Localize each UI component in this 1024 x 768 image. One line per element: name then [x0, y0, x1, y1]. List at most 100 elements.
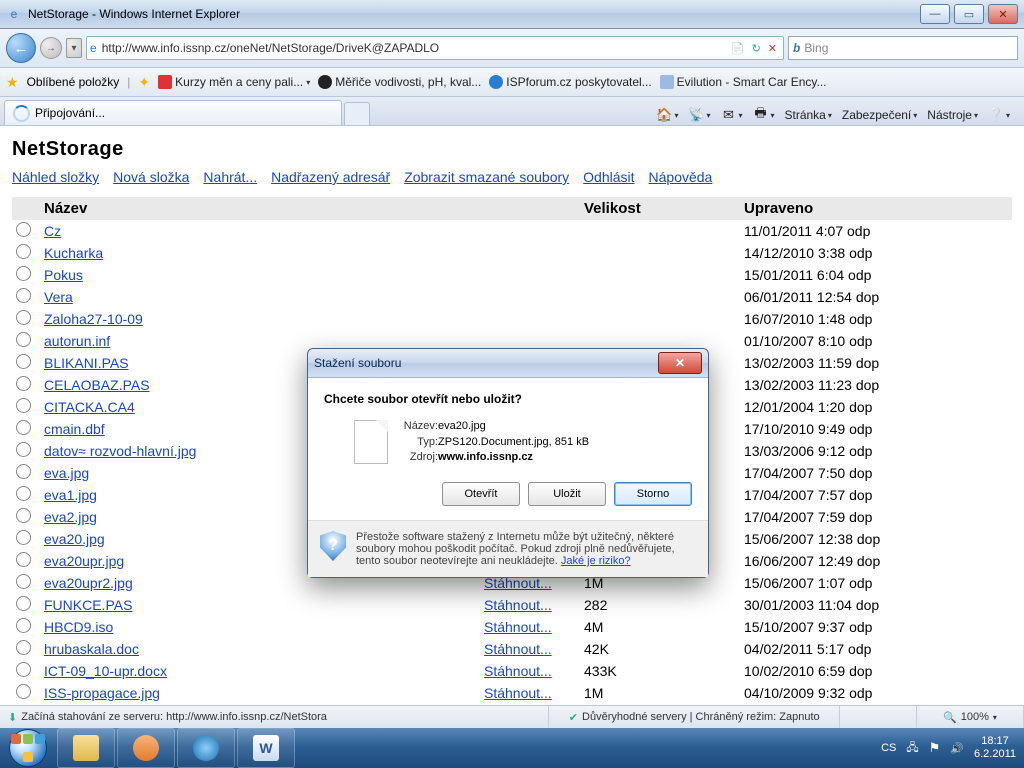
compat-icon[interactable]: 📄 — [728, 41, 748, 56]
task-media[interactable] — [117, 728, 175, 768]
download-link[interactable]: Stáhnout... — [484, 663, 552, 679]
back-button[interactable]: ← — [6, 33, 36, 63]
tray-flag-icon[interactable]: ⚑ — [929, 740, 941, 756]
risk-link[interactable]: Jaké je riziko? — [561, 555, 631, 567]
file-link[interactable]: HBCD9.iso — [44, 619, 113, 635]
row-radio[interactable] — [16, 618, 31, 633]
save-button[interactable]: Uložit — [528, 482, 606, 506]
url-input[interactable] — [100, 40, 725, 56]
file-link[interactable]: eva20.jpg — [44, 531, 105, 547]
stop-icon[interactable]: ✕ — [765, 41, 780, 56]
add-favorite-icon[interactable]: ✦ — [138, 74, 150, 91]
open-button[interactable]: Otevřít — [442, 482, 520, 506]
help-button[interactable]: ❔▾ — [984, 105, 1014, 125]
row-radio[interactable] — [16, 376, 31, 391]
browser-tab[interactable]: Připojování... — [4, 100, 342, 125]
favorites-icon[interactable]: ★ — [6, 74, 19, 91]
task-explorer[interactable] — [57, 728, 115, 768]
row-radio[interactable] — [16, 530, 31, 545]
row-radio[interactable] — [16, 222, 31, 237]
download-link[interactable]: Stáhnout... — [484, 597, 552, 613]
task-word[interactable]: W — [237, 728, 295, 768]
file-link[interactable]: eva2.jpg — [44, 509, 97, 525]
action-link[interactable]: Náhled složky — [12, 169, 99, 185]
download-link[interactable]: Stáhnout... — [484, 641, 552, 657]
action-link[interactable]: Nová složka — [113, 169, 189, 185]
page-menu[interactable]: Stránka ▾ — [781, 106, 836, 124]
safety-menu[interactable]: Zabezpečení ▾ — [838, 106, 921, 124]
new-tab-button[interactable] — [344, 102, 370, 125]
print-button[interactable]: 🖶▾ — [748, 105, 778, 125]
cancel-button[interactable]: Storno — [614, 482, 692, 506]
row-radio[interactable] — [16, 244, 31, 259]
mail-button[interactable]: ✉▾ — [716, 105, 746, 125]
favorite-link[interactable]: Měřiče vodivosti, pH, kval... — [318, 75, 481, 89]
address-bar[interactable]: e 📄 ↻ ✕ — [86, 36, 784, 60]
file-link[interactable]: autorun.inf — [44, 333, 110, 349]
maximize-button[interactable]: ▭ — [954, 4, 984, 24]
action-link[interactable]: Nadřazený adresář — [271, 169, 390, 185]
start-button[interactable] — [0, 728, 56, 768]
row-radio[interactable] — [16, 486, 31, 501]
favorites-label[interactable]: Oblíbené položky — [27, 75, 120, 89]
row-radio[interactable] — [16, 662, 31, 677]
file-link[interactable]: FUNKCE.PAS — [44, 597, 132, 613]
file-link[interactable]: Kucharka — [44, 245, 103, 261]
favorite-link[interactable]: Evilution - Smart Car Ency... — [660, 75, 827, 89]
home-button[interactable]: 🏠▾ — [652, 105, 682, 125]
row-radio[interactable] — [16, 288, 31, 303]
task-ie[interactable] — [177, 728, 235, 768]
file-link[interactable]: Vera — [44, 289, 73, 305]
file-link[interactable]: BLIKANI.PAS — [44, 355, 129, 371]
feeds-button[interactable]: 📡▾ — [684, 105, 714, 125]
row-radio[interactable] — [16, 552, 31, 567]
file-link[interactable]: ISS-propagace.jpg — [44, 685, 160, 701]
row-radio[interactable] — [16, 266, 31, 281]
download-link[interactable]: Stáhnout... — [484, 685, 552, 701]
row-radio[interactable] — [16, 640, 31, 655]
row-radio[interactable] — [16, 684, 31, 699]
row-radio[interactable] — [16, 354, 31, 369]
row-radio[interactable] — [16, 442, 31, 457]
favorite-link[interactable]: ISPforum.cz poskytovatel... — [489, 75, 651, 89]
file-link[interactable]: cmain.dbf — [44, 421, 105, 437]
file-link[interactable]: Zaloha27-10-09 — [44, 311, 143, 327]
refresh-icon[interactable]: ↻ — [749, 41, 764, 56]
favorite-link[interactable]: Kurzy měn a ceny pali... ▾ — [158, 75, 310, 89]
forward-button[interactable]: → — [40, 37, 62, 59]
file-link[interactable]: hrubaskala.doc — [44, 641, 139, 657]
row-radio[interactable] — [16, 508, 31, 523]
row-radio[interactable] — [16, 420, 31, 435]
action-link[interactable]: Zobrazit smazané soubory — [404, 169, 569, 185]
tools-menu[interactable]: Nástroje ▾ — [923, 106, 982, 124]
download-link[interactable]: Stáhnout... — [484, 619, 552, 635]
action-link[interactable]: Odhlásit — [583, 169, 634, 185]
row-radio[interactable] — [16, 398, 31, 413]
row-radio[interactable] — [16, 310, 31, 325]
tray-clock[interactable]: 18:17 6.2.2011 — [974, 735, 1016, 761]
close-button[interactable]: ✕ — [988, 4, 1018, 24]
file-link[interactable]: CELAOBAZ.PAS — [44, 377, 150, 393]
search-box[interactable]: b Bing — [788, 36, 1018, 60]
row-radio[interactable] — [16, 574, 31, 589]
history-dropdown[interactable]: ▾ — [66, 38, 82, 58]
file-link[interactable]: eva1.jpg — [44, 487, 97, 503]
action-link[interactable]: Nápověda — [649, 169, 713, 185]
dialog-close-button[interactable]: ✕ — [658, 352, 702, 374]
file-link[interactable]: eva20upr2.jpg — [44, 575, 133, 591]
file-link[interactable]: eva20upr.jpg — [44, 553, 124, 569]
minimize-button[interactable]: — — [920, 4, 950, 24]
file-link[interactable]: ICT-09_10-upr.docx — [44, 663, 167, 679]
row-radio[interactable] — [16, 464, 31, 479]
tray-lang[interactable]: CS — [881, 742, 896, 754]
zoom-control[interactable]: 🔍 100% ▾ — [917, 706, 1024, 728]
row-radio[interactable] — [16, 596, 31, 611]
tray-sound-icon[interactable]: 🔊 — [950, 742, 964, 755]
file-link[interactable]: eva.jpg — [44, 465, 89, 481]
file-link[interactable]: Pokus — [44, 267, 83, 283]
file-link[interactable]: datov≈ rozvod-hlavní.jpg — [44, 443, 196, 459]
file-link[interactable]: CITACKA.CA4 — [44, 399, 135, 415]
action-link[interactable]: Nahrát... — [203, 169, 257, 185]
file-link[interactable]: Cz — [44, 223, 61, 239]
row-radio[interactable] — [16, 332, 31, 347]
